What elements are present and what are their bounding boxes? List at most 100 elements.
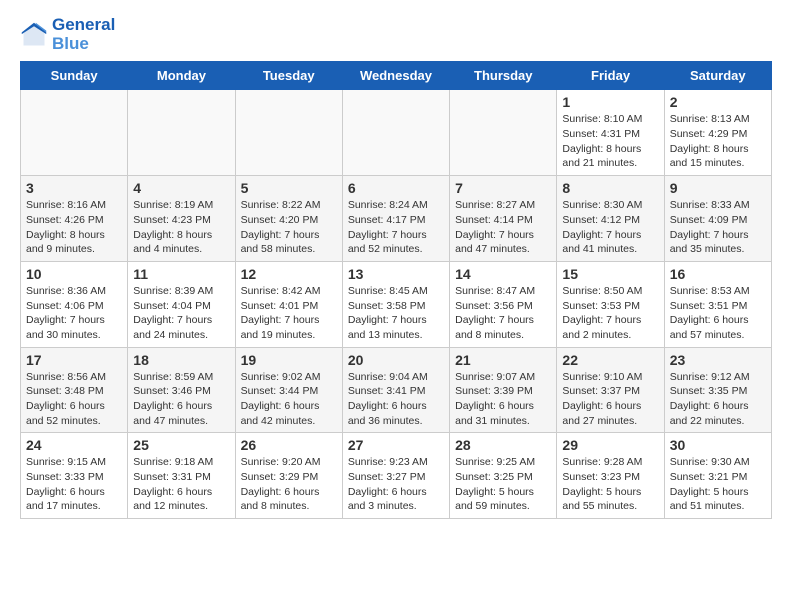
calendar-table: SundayMondayTuesdayWednesdayThursdayFrid… [20, 61, 772, 519]
day-detail: Sunrise: 9:15 AM Sunset: 3:33 PM Dayligh… [26, 455, 122, 514]
day-number: 4 [133, 180, 229, 196]
calendar-cell: 30 Sunrise: 9:30 AM Sunset: 3:21 PM Dayli… [664, 433, 771, 519]
day-number: 18 [133, 352, 229, 368]
calendar-cell: 25 Sunrise: 9:18 AM Sunset: 3:31 PM Dayli… [128, 433, 235, 519]
calendar-week-5: 24 Sunrise: 9:15 AM Sunset: 3:33 PM Dayli… [21, 433, 772, 519]
day-detail: Sunrise: 9:07 AM Sunset: 3:39 PM Dayligh… [455, 370, 551, 429]
calendar-cell: 22 Sunrise: 9:10 AM Sunset: 3:37 PM Dayli… [557, 347, 664, 433]
day-number: 19 [241, 352, 337, 368]
day-detail: Sunrise: 8:10 AM Sunset: 4:31 PM Dayligh… [562, 112, 658, 171]
calendar-week-2: 3Sunrise: 8:16 AM Sunset: 4:26 PM Daylig… [21, 176, 772, 262]
day-detail: Sunrise: 8:19 AM Sunset: 4:23 PM Dayligh… [133, 198, 229, 257]
day-number: 21 [455, 352, 551, 368]
day-number: 10 [26, 266, 122, 282]
day-detail: Sunrise: 8:50 AM Sunset: 3:53 PM Dayligh… [562, 284, 658, 343]
calendar-cell: 18 Sunrise: 8:59 AM Sunset: 3:46 PM Dayli… [128, 347, 235, 433]
calendar-cell: 6 Sunrise: 8:24 AM Sunset: 4:17 PM Daylig… [342, 176, 449, 262]
day-detail: Sunrise: 8:24 AM Sunset: 4:17 PM Dayligh… [348, 198, 444, 257]
calendar-cell: 2 Sunrise: 8:13 AM Sunset: 4:29 PM Daylig… [664, 90, 771, 176]
day-header-sunday: Sunday [21, 62, 128, 90]
calendar-cell [235, 90, 342, 176]
header-row: SundayMondayTuesdayWednesdayThursdayFrid… [21, 62, 772, 90]
day-number: 9 [670, 180, 766, 196]
calendar-cell: 14 Sunrise: 8:47 AM Sunset: 3:56 PM Dayli… [450, 261, 557, 347]
calendar-week-4: 17Sunrise: 8:56 AM Sunset: 3:48 PM Dayli… [21, 347, 772, 433]
day-number: 27 [348, 437, 444, 453]
calendar-cell: 11 Sunrise: 8:39 AM Sunset: 4:04 PM Dayli… [128, 261, 235, 347]
day-header-saturday: Saturday [664, 62, 771, 90]
calendar-cell: 29 Sunrise: 9:28 AM Sunset: 3:23 PM Dayli… [557, 433, 664, 519]
calendar-cell: 1 Sunrise: 8:10 AM Sunset: 4:31 PM Daylig… [557, 90, 664, 176]
calendar-cell [450, 90, 557, 176]
logo: General Blue [20, 16, 115, 53]
calendar-week-3: 10 Sunrise: 8:36 AM Sunset: 4:06 PM Dayli… [21, 261, 772, 347]
day-number: 12 [241, 266, 337, 282]
calendar-cell: 16 Sunrise: 8:53 AM Sunset: 3:51 PM Dayli… [664, 261, 771, 347]
calendar-cell: 9Sunrise: 8:33 AM Sunset: 4:09 PM Daylig… [664, 176, 771, 262]
day-number: 15 [562, 266, 658, 282]
calendar-cell [128, 90, 235, 176]
day-number: 2 [670, 94, 766, 110]
day-number: 14 [455, 266, 551, 282]
calendar-cell: 17Sunrise: 8:56 AM Sunset: 3:48 PM Dayli… [21, 347, 128, 433]
day-detail: Sunrise: 8:59 AM Sunset: 3:46 PM Dayligh… [133, 370, 229, 429]
day-number: 6 [348, 180, 444, 196]
calendar-cell: 13 Sunrise: 8:45 AM Sunset: 3:58 PM Dayli… [342, 261, 449, 347]
day-number: 25 [133, 437, 229, 453]
day-header-thursday: Thursday [450, 62, 557, 90]
calendar-cell: 4 Sunrise: 8:19 AM Sunset: 4:23 PM Daylig… [128, 176, 235, 262]
day-number: 1 [562, 94, 658, 110]
day-detail: Sunrise: 9:28 AM Sunset: 3:23 PM Dayligh… [562, 455, 658, 514]
day-detail: Sunrise: 9:12 AM Sunset: 3:35 PM Dayligh… [670, 370, 766, 429]
day-detail: Sunrise: 8:39 AM Sunset: 4:04 PM Dayligh… [133, 284, 229, 343]
logo-icon [20, 21, 48, 49]
calendar-cell: 10 Sunrise: 8:36 AM Sunset: 4:06 PM Dayli… [21, 261, 128, 347]
calendar-cell [342, 90, 449, 176]
day-number: 29 [562, 437, 658, 453]
day-number: 7 [455, 180, 551, 196]
calendar-cell: 28Sunrise: 9:25 AM Sunset: 3:25 PM Dayli… [450, 433, 557, 519]
calendar-cell: 12 Sunrise: 8:42 AM Sunset: 4:01 PM Dayli… [235, 261, 342, 347]
day-number: 3 [26, 180, 122, 196]
day-detail: Sunrise: 8:47 AM Sunset: 3:56 PM Dayligh… [455, 284, 551, 343]
calendar-cell: 15 Sunrise: 8:50 AM Sunset: 3:53 PM Dayli… [557, 261, 664, 347]
day-number: 22 [562, 352, 658, 368]
day-detail: Sunrise: 9:30 AM Sunset: 3:21 PM Dayligh… [670, 455, 766, 514]
day-number: 26 [241, 437, 337, 453]
day-detail: Sunrise: 8:56 AM Sunset: 3:48 PM Dayligh… [26, 370, 122, 429]
day-detail: Sunrise: 9:10 AM Sunset: 3:37 PM Dayligh… [562, 370, 658, 429]
day-detail: Sunrise: 8:30 AM Sunset: 4:12 PM Dayligh… [562, 198, 658, 257]
day-detail: Sunrise: 8:53 AM Sunset: 3:51 PM Dayligh… [670, 284, 766, 343]
day-detail: Sunrise: 9:20 AM Sunset: 3:29 PM Dayligh… [241, 455, 337, 514]
day-number: 30 [670, 437, 766, 453]
day-detail: Sunrise: 8:45 AM Sunset: 3:58 PM Dayligh… [348, 284, 444, 343]
day-number: 11 [133, 266, 229, 282]
day-number: 13 [348, 266, 444, 282]
day-detail: Sunrise: 8:36 AM Sunset: 4:06 PM Dayligh… [26, 284, 122, 343]
calendar-cell: 20Sunrise: 9:04 AM Sunset: 3:41 PM Dayli… [342, 347, 449, 433]
day-header-wednesday: Wednesday [342, 62, 449, 90]
day-detail: Sunrise: 9:23 AM Sunset: 3:27 PM Dayligh… [348, 455, 444, 514]
day-header-monday: Monday [128, 62, 235, 90]
calendar-cell: 26 Sunrise: 9:20 AM Sunset: 3:29 PM Dayli… [235, 433, 342, 519]
day-detail: Sunrise: 8:13 AM Sunset: 4:29 PM Dayligh… [670, 112, 766, 171]
calendar-cell: 19 Sunrise: 9:02 AM Sunset: 3:44 PM Dayli… [235, 347, 342, 433]
page-header: General Blue [20, 16, 772, 53]
day-detail: Sunrise: 8:22 AM Sunset: 4:20 PM Dayligh… [241, 198, 337, 257]
calendar-cell: 8 Sunrise: 8:30 AM Sunset: 4:12 PM Daylig… [557, 176, 664, 262]
day-header-tuesday: Tuesday [235, 62, 342, 90]
day-number: 28 [455, 437, 551, 453]
day-detail: Sunrise: 9:02 AM Sunset: 3:44 PM Dayligh… [241, 370, 337, 429]
day-number: 24 [26, 437, 122, 453]
day-detail: Sunrise: 8:42 AM Sunset: 4:01 PM Dayligh… [241, 284, 337, 343]
day-number: 8 [562, 180, 658, 196]
calendar-cell [21, 90, 128, 176]
day-number: 16 [670, 266, 766, 282]
day-number: 20 [348, 352, 444, 368]
day-detail: Sunrise: 9:18 AM Sunset: 3:31 PM Dayligh… [133, 455, 229, 514]
calendar-cell: 24 Sunrise: 9:15 AM Sunset: 3:33 PM Dayli… [21, 433, 128, 519]
logo-text: General Blue [52, 16, 115, 53]
calendar-week-1: 1 Sunrise: 8:10 AM Sunset: 4:31 PM Daylig… [21, 90, 772, 176]
day-number: 23 [670, 352, 766, 368]
calendar-cell: 5Sunrise: 8:22 AM Sunset: 4:20 PM Daylig… [235, 176, 342, 262]
